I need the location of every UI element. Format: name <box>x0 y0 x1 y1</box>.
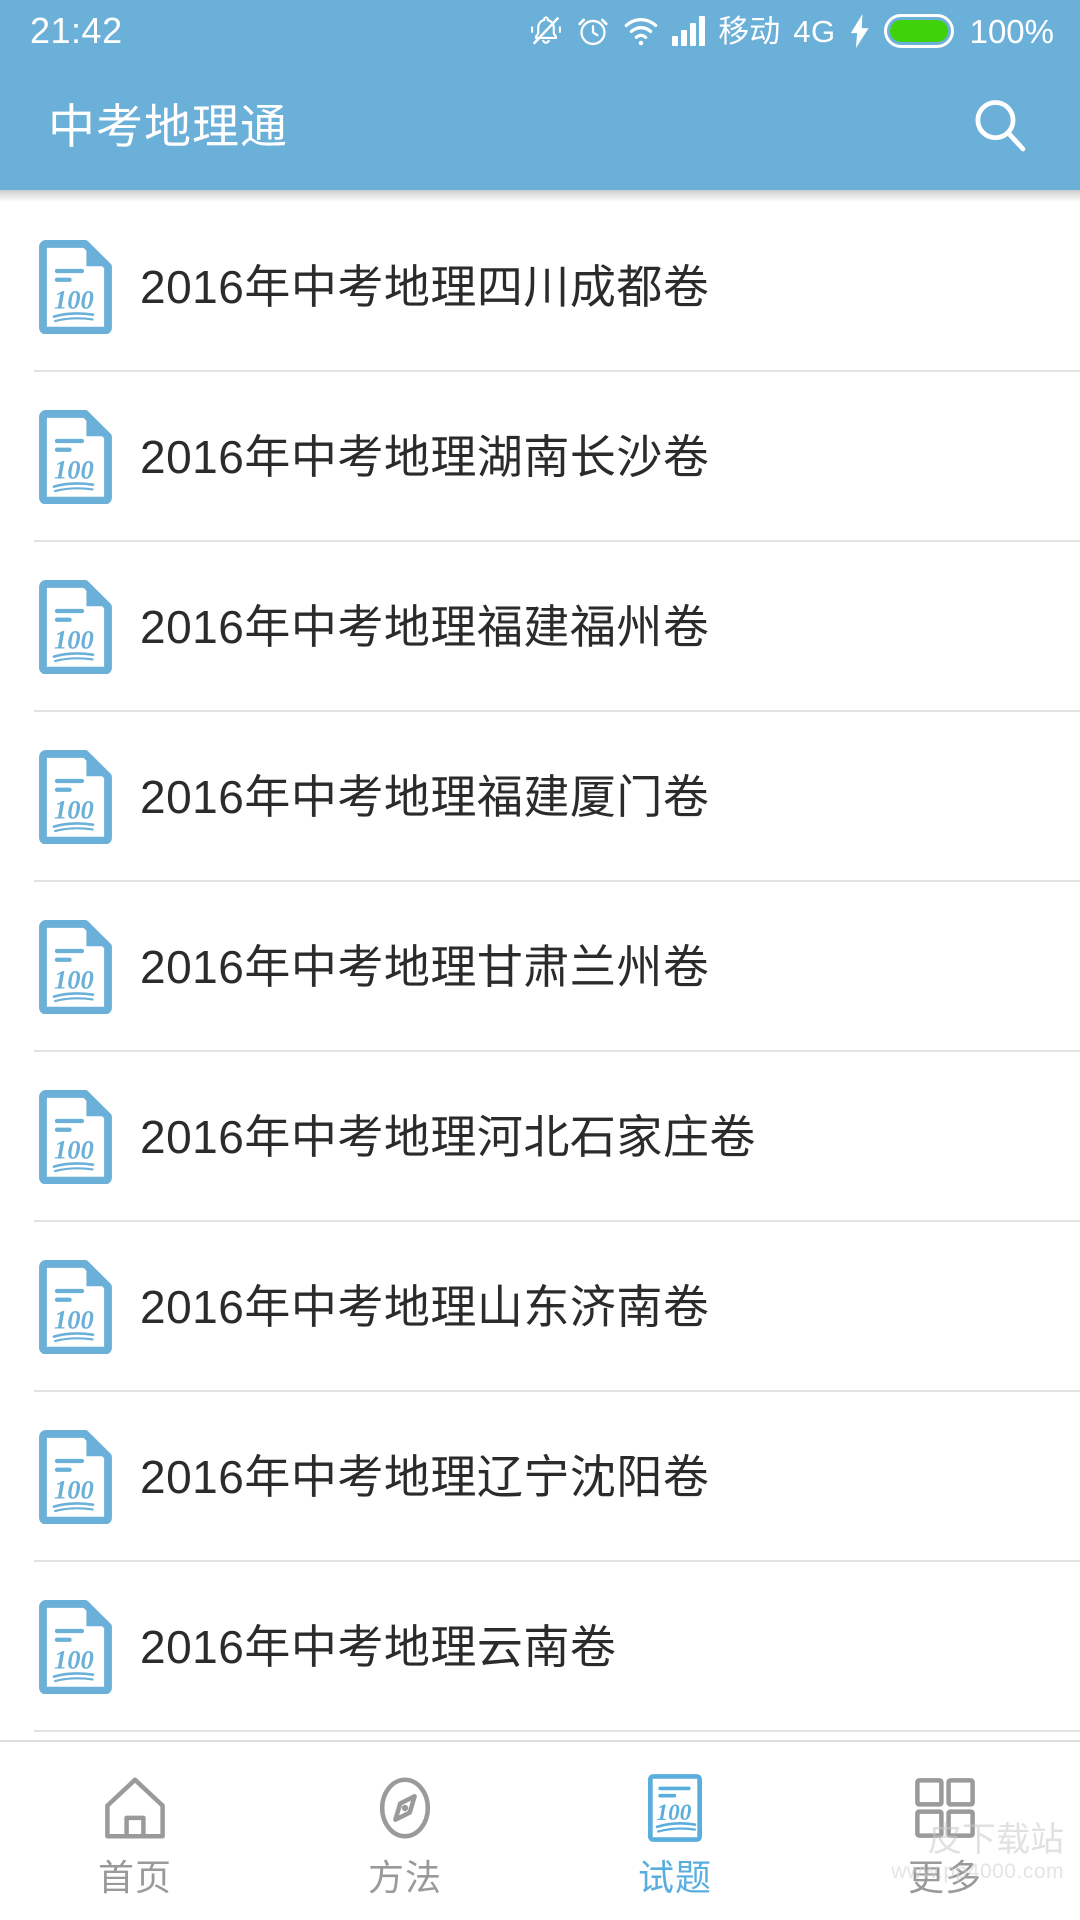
list-item[interactable]: 100 2016年中考地理湖南长沙卷 <box>0 372 1080 542</box>
document-100-icon: 100 <box>39 920 112 1014</box>
list-item[interactable]: 100 2016年中考地理甘肃兰州卷 <box>0 882 1080 1052</box>
list-item-label: 2016年中考地理甘肃兰州卷 <box>140 941 710 993</box>
nav-item-label: 更多 <box>907 1857 982 1898</box>
document-100-icon: 100 <box>39 240 112 334</box>
home-icon <box>105 1777 165 1839</box>
list-item-label: 2016年中考地理云南卷 <box>140 1621 617 1673</box>
exam-paper-list[interactable]: 100 2016年中考地理四川成都卷 100 2016年中考地理湖南长沙卷 10… <box>0 202 1080 1740</box>
list-item-label: 2016年中考地理福建厦门卷 <box>140 771 710 823</box>
nav-item-label: 首页 <box>97 1857 172 1898</box>
svg-text:100: 100 <box>54 454 94 484</box>
list-item[interactable]: 100 2016年中考地理云南卷 <box>0 1562 1080 1732</box>
status-icon-tray: 移动 4G 100% <box>529 14 1054 48</box>
document-100-icon: 100 <box>39 410 112 504</box>
svg-text:100: 100 <box>54 794 94 824</box>
document-100-icon: 100 <box>39 1090 112 1184</box>
list-item-label: 2016年中考地理辽宁沈阳卷 <box>140 1451 710 1503</box>
nav-item-method[interactable]: 方法 <box>270 1742 540 1920</box>
battery-percent-label: 100% <box>969 12 1054 50</box>
nav-item-label: 方法 <box>367 1857 442 1898</box>
svg-text:100: 100 <box>54 1304 94 1334</box>
nav-item-home[interactable]: 首页 <box>0 1742 270 1920</box>
list-item[interactable]: 100 2016年中考地理辽宁沈阳卷 <box>0 1392 1080 1562</box>
search-icon <box>975 100 1026 152</box>
document-100-icon: 100 <box>39 1260 112 1354</box>
list-item[interactable]: 100 2016年中考地理福建福州卷 <box>0 542 1080 712</box>
grid-icon <box>915 1778 975 1838</box>
status-bar: 21:42 移动 4G 100% <box>0 0 1080 62</box>
wifi-icon <box>624 17 658 46</box>
document-100-icon: 100 <box>39 750 112 844</box>
page-title: 中考地理通 <box>48 99 288 153</box>
document-100-icon: 100 <box>39 1430 112 1524</box>
nav-item-more[interactable]: 更多 <box>810 1742 1080 1920</box>
network-type-label: 4G <box>793 13 836 49</box>
list-item-label: 2016年中考地理福建福州卷 <box>140 601 710 653</box>
carrier-label: 移动 <box>718 13 781 49</box>
document-100-icon: 100 <box>39 1600 112 1694</box>
nav-item-label: 试题 <box>637 1857 712 1898</box>
charging-bolt-icon <box>850 14 869 48</box>
list-item-label: 2016年中考地理四川成都卷 <box>140 261 710 313</box>
list-item[interactable]: 100 2016年中考地理河北石家庄卷 <box>0 1052 1080 1222</box>
list-item-label: 2016年中考地理湖南长沙卷 <box>140 431 710 483</box>
app-bar-shadow <box>0 190 1080 202</box>
app-bar: 中考地理通 <box>0 62 1080 190</box>
exam-100-icon: 100 <box>647 1774 702 1842</box>
list-item-label: 2016年中考地理河北石家庄卷 <box>140 1111 756 1163</box>
svg-text:100: 100 <box>54 624 94 654</box>
search-button[interactable] <box>960 86 1040 166</box>
svg-text:100: 100 <box>54 1644 94 1674</box>
bell-muted-icon <box>531 16 562 45</box>
list-item[interactable]: 100 2016年中考地理福建厦门卷 <box>0 712 1080 882</box>
svg-text:100: 100 <box>54 284 94 314</box>
document-100-icon: 100 <box>39 580 112 674</box>
battery-icon <box>883 14 954 48</box>
list-item[interactable]: 100 2016年中考地理山东济南卷 <box>0 1222 1080 1392</box>
bottom-navigation-bar: 首页 方法 100 试题 更多 <box>0 1740 1080 1920</box>
status-clock: 21:42 <box>30 10 123 51</box>
compass-icon <box>379 1777 431 1839</box>
signal-bars-icon <box>672 16 706 46</box>
list-item[interactable]: 100 2016年中考地理四川成都卷 <box>0 202 1080 372</box>
svg-text:100: 100 <box>54 1474 94 1504</box>
alarm-clock-icon <box>578 18 608 46</box>
svg-text:100: 100 <box>54 1134 94 1164</box>
nav-item-exams[interactable]: 100 试题 <box>540 1742 810 1920</box>
svg-text:100: 100 <box>54 964 94 994</box>
list-item-label: 2016年中考地理山东济南卷 <box>140 1281 710 1333</box>
